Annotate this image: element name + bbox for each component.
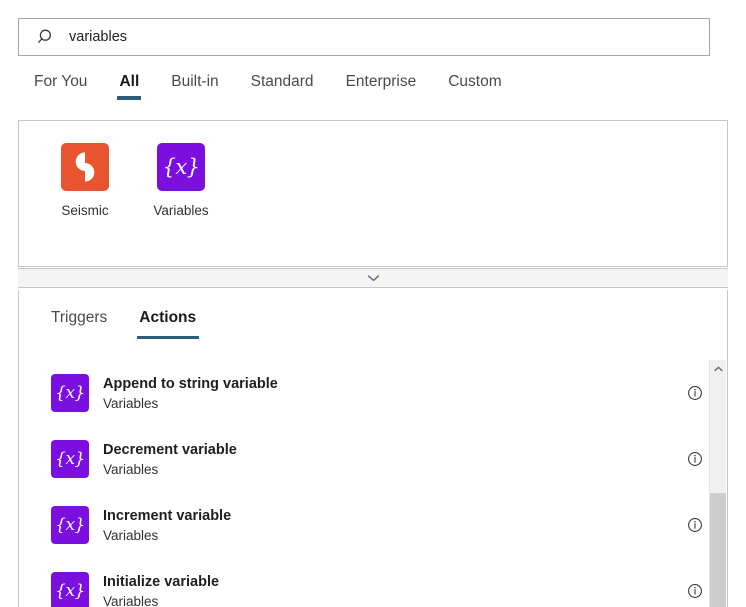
tab-custom[interactable]: Custom bbox=[432, 72, 517, 112]
operation-connector: Variables bbox=[103, 592, 219, 607]
operation-type-tabs: Triggers Actions bbox=[35, 308, 212, 348]
list-item-text: Increment variable Variables bbox=[103, 506, 231, 545]
tab-label: All bbox=[119, 72, 139, 92]
operations-list: {x} Append to string variable Variables bbox=[19, 360, 727, 607]
list-item-text: Decrement variable Variables bbox=[103, 440, 237, 479]
tab-actions[interactable]: Actions bbox=[123, 308, 212, 348]
search-icon bbox=[38, 28, 56, 46]
variables-braces-x-icon: {x} bbox=[157, 143, 205, 191]
tab-label: Triggers bbox=[51, 308, 107, 328]
list-item-text: Initialize variable Variables bbox=[103, 572, 219, 607]
variables-braces-x-icon: {x} bbox=[51, 506, 89, 544]
connector-label: Seismic bbox=[61, 203, 108, 219]
search-input[interactable] bbox=[69, 26, 699, 48]
operation-connector: Variables bbox=[103, 394, 278, 413]
variables-glyph: {x} bbox=[55, 517, 85, 534]
variables-braces-x-icon: {x} bbox=[51, 440, 89, 478]
tab-built-in[interactable]: Built-in bbox=[155, 72, 234, 112]
operation-connector: Variables bbox=[103, 526, 231, 545]
tab-for-you[interactable]: For You bbox=[18, 72, 103, 112]
operation-title: Increment variable bbox=[103, 506, 231, 526]
operation-title: Initialize variable bbox=[103, 572, 219, 592]
operation-title: Append to string variable bbox=[103, 374, 278, 394]
list-item[interactable]: {x} Initialize variable Variables bbox=[19, 558, 727, 607]
seismic-logo-icon bbox=[61, 143, 109, 191]
connector-category-tabs: For You All Built-in Standard Enterprise… bbox=[18, 72, 518, 112]
operations-scrollbar[interactable] bbox=[709, 360, 726, 607]
tab-label: Enterprise bbox=[346, 72, 417, 92]
list-item-text: Append to string variable Variables bbox=[103, 374, 278, 413]
collapse-connectors-bar[interactable] bbox=[18, 268, 728, 288]
chevron-down-icon bbox=[367, 274, 380, 282]
tab-enterprise[interactable]: Enterprise bbox=[330, 72, 433, 112]
variables-braces-x-icon: {x} bbox=[51, 374, 89, 412]
connector-card-variables[interactable]: {x} Variables bbox=[133, 137, 229, 219]
tab-label: Built-in bbox=[171, 72, 218, 92]
variables-glyph: {x} bbox=[55, 451, 85, 468]
tab-label: Standard bbox=[251, 72, 314, 92]
variables-glyph: {x} bbox=[55, 583, 85, 600]
operations-panel: Triggers Actions {x} Append to string va… bbox=[18, 290, 728, 607]
connector-grid: Seismic {x} Variables bbox=[19, 121, 727, 219]
tab-label: Custom bbox=[448, 72, 501, 92]
list-item[interactable]: {x} Increment variable Variables bbox=[19, 492, 727, 558]
variables-braces-x-icon: {x} bbox=[51, 572, 89, 607]
scrollbar-thumb[interactable] bbox=[710, 493, 726, 607]
tab-triggers[interactable]: Triggers bbox=[35, 308, 123, 348]
chevron-up-icon bbox=[714, 366, 723, 372]
info-icon[interactable] bbox=[687, 583, 703, 599]
tab-label: For You bbox=[34, 72, 87, 92]
connector-results-panel: Seismic {x} Variables bbox=[18, 120, 728, 267]
list-item[interactable]: {x} Append to string variable Variables bbox=[19, 360, 727, 426]
seismic-s-glyph bbox=[70, 151, 100, 183]
connector-picker-root: For You All Built-in Standard Enterprise… bbox=[0, 0, 746, 607]
tab-all[interactable]: All bbox=[103, 72, 155, 112]
variables-glyph: {x} bbox=[162, 157, 199, 178]
search-box[interactable] bbox=[18, 18, 710, 56]
tab-standard[interactable]: Standard bbox=[235, 72, 330, 112]
scroll-up-button[interactable] bbox=[710, 360, 726, 377]
connector-label: Variables bbox=[153, 203, 208, 219]
info-icon[interactable] bbox=[687, 385, 703, 401]
info-icon[interactable] bbox=[687, 517, 703, 533]
operation-connector: Variables bbox=[103, 460, 237, 479]
list-item[interactable]: {x} Decrement variable Variables bbox=[19, 426, 727, 492]
variables-glyph: {x} bbox=[55, 385, 85, 402]
info-icon[interactable] bbox=[687, 451, 703, 467]
operation-title: Decrement variable bbox=[103, 440, 237, 460]
connector-card-seismic[interactable]: Seismic bbox=[37, 137, 133, 219]
tab-label: Actions bbox=[139, 308, 196, 328]
